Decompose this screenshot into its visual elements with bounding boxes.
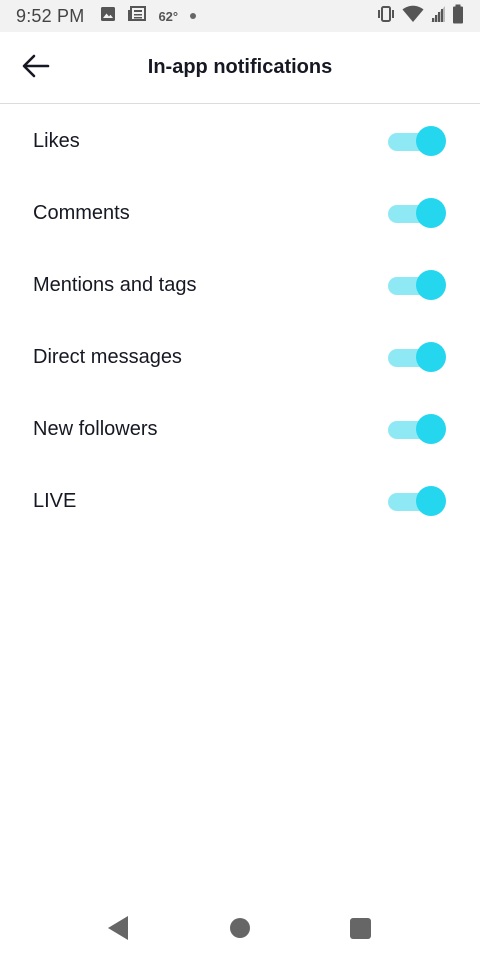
status-bar: 9:52 PM 62° [0,0,480,32]
setting-row-new-followers[interactable]: New followers [0,393,480,465]
toggle-thumb [416,486,446,516]
setting-row-likes[interactable]: Likes [0,105,480,177]
setting-row-mentions[interactable]: Mentions and tags [0,249,480,321]
new-followers-toggle[interactable] [386,413,446,445]
toggle-thumb [416,270,446,300]
setting-label: LIVE [33,489,77,512]
toggle-thumb [416,342,446,372]
comments-toggle[interactable] [386,197,446,229]
home-circle-icon[interactable] [230,918,250,938]
signal-icon [430,5,446,28]
wifi-icon [402,5,424,28]
vibrate-icon [376,5,396,27]
status-time: 9:52 PM [16,5,85,26]
back-triangle-icon[interactable] [108,916,128,940]
status-left-icons: 62° [100,5,197,27]
settings-list: Likes Comments Mentions and tags Direct … [0,105,480,537]
toggle-thumb [416,126,446,156]
recents-square-icon[interactable] [350,918,371,939]
setting-label: Comments [33,201,130,224]
header: In-app notifications [0,32,480,104]
dot-icon [190,13,197,19]
toggle-thumb [416,414,446,444]
live-toggle[interactable] [386,485,446,517]
setting-label: Likes [33,129,80,152]
system-nav-bar [0,894,480,960]
mentions-toggle[interactable] [386,269,446,301]
temperature-text: 62° [158,8,179,24]
setting-label: Direct messages [33,345,182,368]
news-icon [128,5,147,27]
setting-row-live[interactable]: LIVE [0,465,480,537]
likes-toggle[interactable] [386,125,446,157]
direct-messages-toggle[interactable] [386,341,446,373]
setting-label: Mentions and tags [33,273,197,296]
setting-row-comments[interactable]: Comments [0,177,480,249]
setting-row-direct-messages[interactable]: Direct messages [0,321,480,393]
page-title: In-app notifications [147,56,333,78]
screen: 9:52 PM 62° In-app notifications Likes C… [0,0,480,960]
setting-label: New followers [33,417,158,440]
photo-icon [100,6,116,27]
status-right-icons [376,4,464,29]
toggle-thumb [416,198,446,228]
battery-icon [452,4,464,29]
